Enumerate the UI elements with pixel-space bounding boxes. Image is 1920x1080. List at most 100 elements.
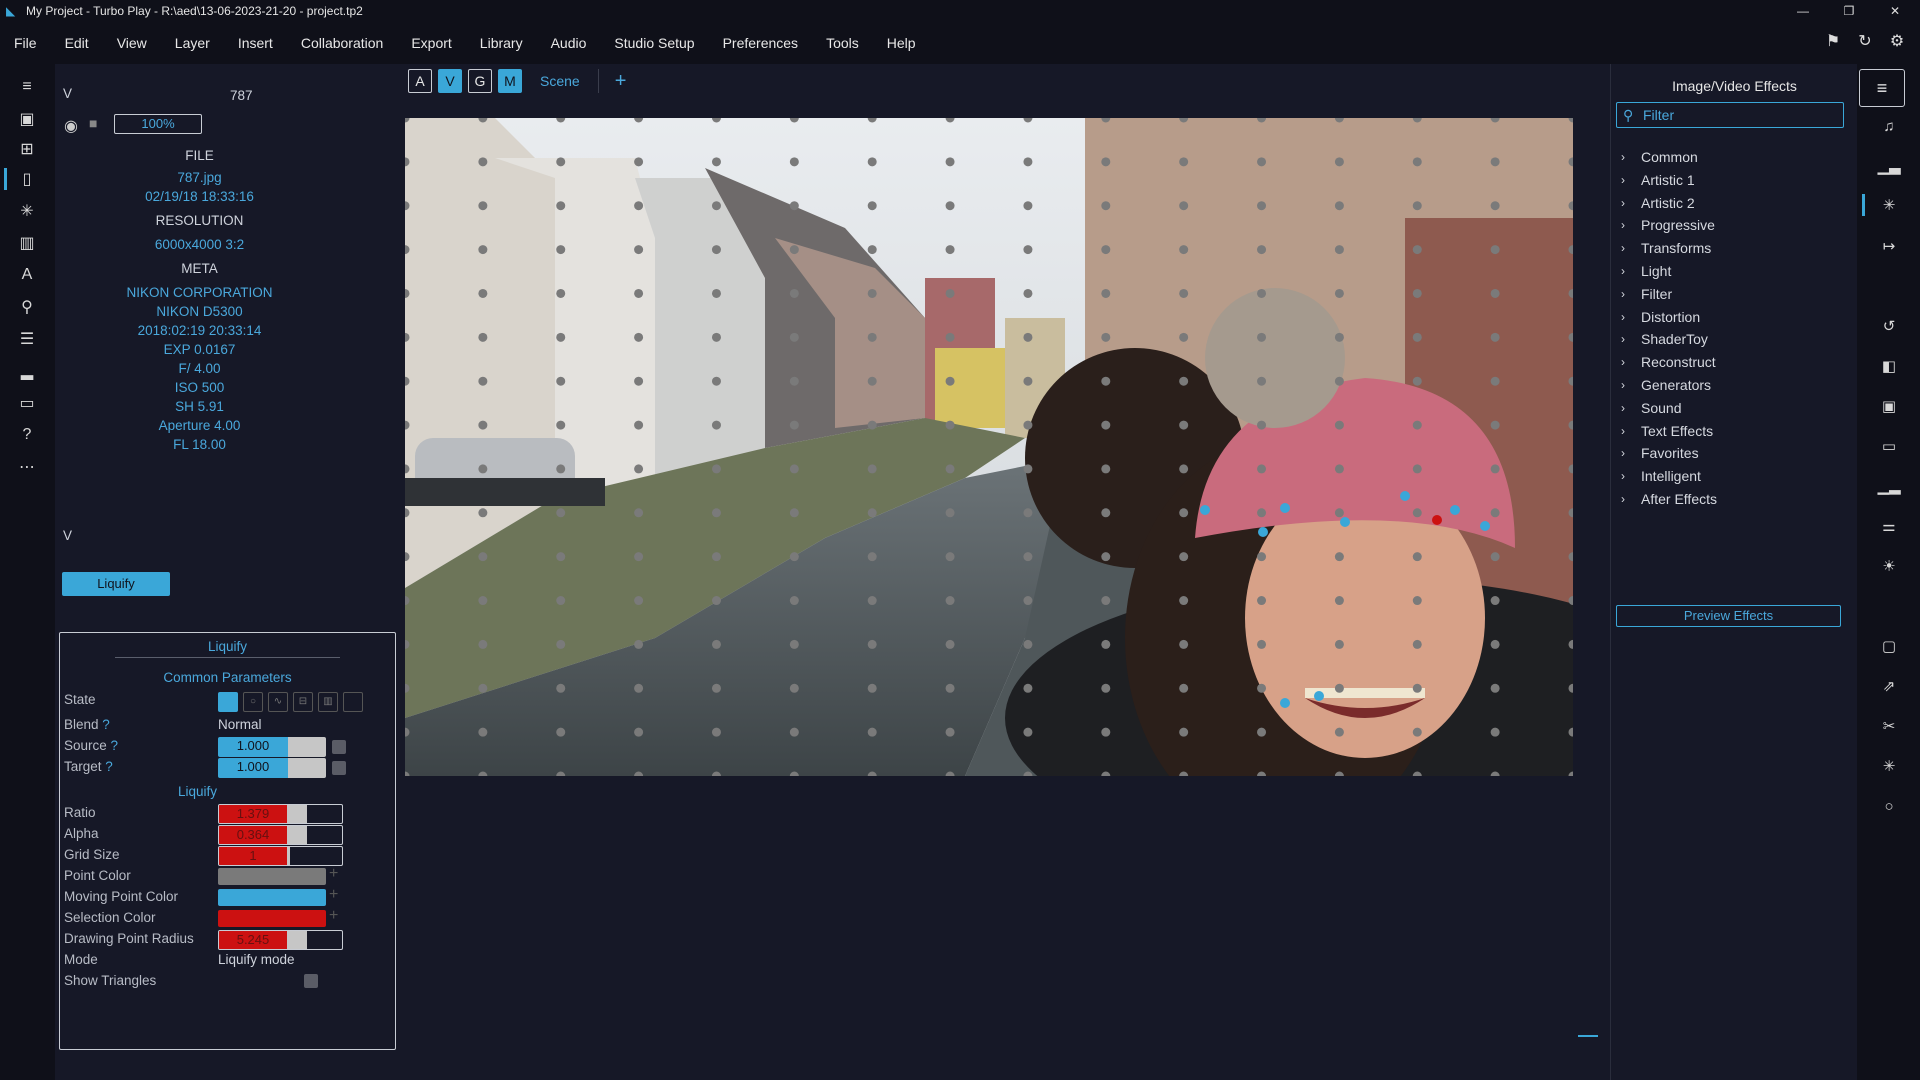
- grid-point[interactable]: [945, 118, 955, 123]
- grid-point[interactable]: [1568, 245, 1574, 255]
- grid-point[interactable]: [1334, 420, 1344, 430]
- grid-point[interactable]: [1490, 420, 1500, 430]
- grid-point[interactable]: [1568, 376, 1574, 386]
- grid-point[interactable]: [1023, 508, 1033, 518]
- grid-point[interactable]: [1179, 118, 1189, 123]
- scene-tab[interactable]: Scene: [540, 73, 580, 89]
- blend-value[interactable]: Normal: [218, 715, 262, 735]
- minimize-button[interactable]: —: [1782, 0, 1824, 22]
- grid-point[interactable]: [1334, 639, 1344, 649]
- point-color-picker-icon[interactable]: +: [329, 865, 338, 883]
- grid-point[interactable]: [1179, 157, 1189, 167]
- grid-point[interactable]: [634, 376, 644, 386]
- grid-point[interactable]: [405, 683, 410, 693]
- grid-point[interactable]: [1412, 508, 1422, 518]
- moving-point-color-swatch[interactable]: [218, 889, 326, 906]
- grid-point[interactable]: [1334, 727, 1344, 737]
- effects-icon[interactable]: ✳: [14, 198, 40, 224]
- grid-point[interactable]: [556, 727, 566, 737]
- grid-point[interactable]: [1568, 639, 1574, 649]
- ratio-slider[interactable]: 1.379: [218, 804, 343, 824]
- monitor-icon[interactable]: ▭: [1877, 434, 1901, 458]
- grid-point[interactable]: [1568, 332, 1574, 342]
- grid-point[interactable]: [1490, 771, 1500, 777]
- grid-point[interactable]: [789, 464, 799, 474]
- grid-point[interactable]: [1257, 376, 1267, 386]
- grid-point[interactable]: [1101, 464, 1111, 474]
- menu-studio-setup[interactable]: Studio Setup: [600, 35, 708, 51]
- grid-point[interactable]: [1023, 683, 1033, 693]
- grid-point[interactable]: [1412, 464, 1422, 474]
- list-icon[interactable]: ☰: [14, 326, 40, 352]
- moved-grid-point[interactable]: [1258, 527, 1268, 537]
- grid-point[interactable]: [1257, 288, 1267, 298]
- grid-point[interactable]: [945, 727, 955, 737]
- grid-point[interactable]: [405, 464, 410, 474]
- grid-point[interactable]: [1490, 157, 1500, 167]
- grid-point[interactable]: [478, 508, 488, 518]
- grid-point[interactable]: [634, 683, 644, 693]
- moved-grid-point[interactable]: [1400, 491, 1410, 501]
- grid-point[interactable]: [867, 464, 877, 474]
- grid-point[interactable]: [1023, 420, 1033, 430]
- grid-point[interactable]: [1101, 157, 1111, 167]
- show-triangles-checkbox[interactable]: [304, 974, 318, 988]
- cut-icon[interactable]: ✂: [1877, 714, 1901, 738]
- grid-point[interactable]: [789, 118, 799, 123]
- grid-point[interactable]: [867, 332, 877, 342]
- grid-point[interactable]: [711, 332, 721, 342]
- grid-point[interactable]: [556, 245, 566, 255]
- grid-point[interactable]: [405, 245, 410, 255]
- grid-point[interactable]: [1257, 683, 1267, 693]
- grid-point[interactable]: [711, 376, 721, 386]
- grid-point[interactable]: [945, 245, 955, 255]
- grid-point[interactable]: [1334, 596, 1344, 606]
- grid-point[interactable]: [405, 727, 410, 737]
- grid-point[interactable]: [405, 596, 410, 606]
- grid-point[interactable]: [1023, 727, 1033, 737]
- add-scene-button[interactable]: +: [615, 70, 627, 93]
- grid-point[interactable]: [789, 508, 799, 518]
- grid-point[interactable]: [1101, 376, 1111, 386]
- grid-point[interactable]: [556, 376, 566, 386]
- mode-value[interactable]: Liquify mode: [218, 950, 295, 970]
- grid-point[interactable]: [867, 596, 877, 606]
- menu-tools[interactable]: Tools: [812, 35, 873, 51]
- grid-point[interactable]: [1334, 118, 1344, 123]
- sparkle-icon[interactable]: ✳: [1877, 754, 1901, 778]
- grid-point[interactable]: [1179, 420, 1189, 430]
- effect-category[interactable]: › Artistic 1: [1621, 169, 1695, 191]
- grid-point[interactable]: [945, 376, 955, 386]
- grid-point[interactable]: [1412, 727, 1422, 737]
- grid-point[interactable]: [1023, 245, 1033, 255]
- grid-point[interactable]: [711, 288, 721, 298]
- moved-grid-point[interactable]: [1480, 521, 1490, 531]
- grid-point[interactable]: [634, 157, 644, 167]
- grid-point[interactable]: [945, 683, 955, 693]
- grid-point[interactable]: [867, 245, 877, 255]
- preview-effects-button[interactable]: Preview Effects: [1616, 605, 1841, 627]
- grid-point[interactable]: [1412, 683, 1422, 693]
- grid-point[interactable]: [556, 157, 566, 167]
- grid-point[interactable]: [478, 639, 488, 649]
- grid-point[interactable]: [478, 288, 488, 298]
- text-icon[interactable]: A: [14, 262, 40, 288]
- channel-g-button[interactable]: G: [468, 69, 492, 93]
- grid-point[interactable]: [1490, 639, 1500, 649]
- grid-point[interactable]: [711, 118, 721, 123]
- media-icon[interactable]: ▣: [14, 106, 40, 132]
- grid-point[interactable]: [1568, 508, 1574, 518]
- grid-point[interactable]: [789, 727, 799, 737]
- grid-point[interactable]: [1568, 552, 1574, 562]
- grid-point[interactable]: [1101, 771, 1111, 777]
- grid-point[interactable]: [478, 771, 488, 777]
- grid-point[interactable]: [867, 552, 877, 562]
- effect-category[interactable]: › Progressive: [1621, 214, 1715, 236]
- grid-point[interactable]: [556, 771, 566, 777]
- grid-point[interactable]: [1101, 683, 1111, 693]
- moved-grid-point[interactable]: [1314, 691, 1324, 701]
- translate-icon[interactable]: ⚑: [1822, 30, 1844, 52]
- grid-point[interactable]: [1568, 157, 1574, 167]
- grid-point[interactable]: [711, 552, 721, 562]
- grid-point[interactable]: [1334, 683, 1344, 693]
